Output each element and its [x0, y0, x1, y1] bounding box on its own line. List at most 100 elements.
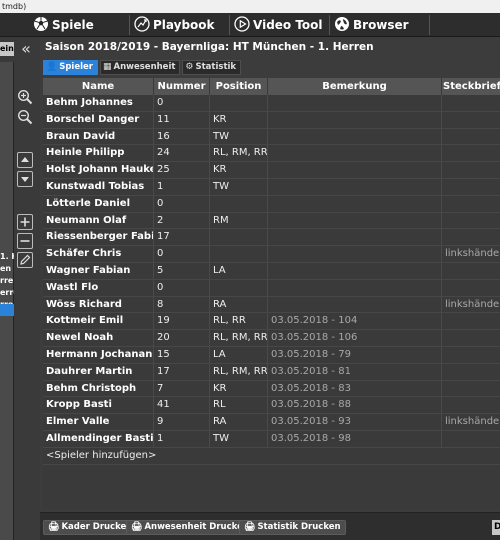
cell-nummer[interactable]: 0: [154, 95, 210, 112]
column-header-name[interactable]: Name: [43, 78, 154, 95]
cell-steckbrief[interactable]: [442, 145, 500, 163]
cell-nummer[interactable]: 9: [154, 414, 210, 431]
cell-bemerkung[interactable]: [268, 279, 442, 297]
cell-steckbrief[interactable]: [442, 229, 500, 247]
table-row[interactable]: Heinle Philipp 24 RL, RM, RR: [43, 145, 500, 163]
nav-playbook-button[interactable]: Playbook: [134, 13, 215, 37]
cell-position[interactable]: RL, RR: [210, 313, 268, 331]
team-list-item[interactable]: erren: [0, 288, 14, 297]
table-row[interactable]: Hermann Jochanan 15 LA 03.05.2018 - 79: [43, 347, 500, 364]
cell-steckbrief[interactable]: linkshänder: [442, 297, 500, 314]
cell-position[interactable]: [210, 279, 268, 297]
cell-name[interactable]: Borschel Danger: [43, 111, 154, 129]
cell-steckbrief[interactable]: [442, 431, 500, 448]
cell-steckbrief[interactable]: [442, 280, 500, 297]
cell-bemerkung[interactable]: [268, 263, 442, 280]
zoom-out-icon[interactable]: [17, 109, 33, 125]
table-row[interactable]: Wagner Fabian 5 LA: [43, 263, 500, 280]
table-row[interactable]: Behm Christoph 7 KR 03.05.2018 - 83: [43, 380, 500, 398]
cell-bemerkung[interactable]: [268, 145, 442, 163]
cell-position[interactable]: [210, 195, 268, 213]
cell-bemerkung[interactable]: [268, 296, 442, 314]
cell-position[interactable]: TW: [210, 431, 268, 448]
table-row[interactable]: Newel Noah 20 RL, RM, RR 03.05.2018 - 106: [43, 330, 500, 347]
cell-nummer[interactable]: 0: [154, 195, 210, 213]
cell-nummer[interactable]: 16: [154, 128, 210, 146]
tab-statistik[interactable]: ⚙ Statistik: [182, 60, 242, 75]
kader-drucken-button[interactable]: 🖨 Kader Drucken: [43, 520, 138, 535]
table-row[interactable]: Neumann Olaf 2 RM: [43, 212, 500, 230]
table-row[interactable]: Schäfer Chris 0 linkshänder: [43, 246, 500, 263]
cell-position[interactable]: KR: [210, 380, 268, 398]
edit-team-icon[interactable]: [17, 252, 33, 268]
cell-steckbrief[interactable]: [442, 364, 500, 381]
cell-bemerkung[interactable]: [268, 111, 442, 129]
cell-name[interactable]: Hermann Jochanan: [43, 347, 154, 364]
cell-bemerkung[interactable]: 03.05.2018 - 98: [268, 431, 442, 448]
cell-steckbrief[interactable]: [442, 397, 500, 415]
cell-name[interactable]: Braun David: [43, 128, 154, 146]
cell-bemerkung[interactable]: [268, 246, 442, 263]
tab-anwesenheit[interactable]: ▦ Anwesenheit: [99, 60, 181, 75]
table-row[interactable]: Elmer Valle 9 RA 03.05.2018 - 93 linkshänder: [43, 414, 500, 431]
collapse-sidebar-icon[interactable]: «: [17, 40, 35, 58]
cell-bemerkung[interactable]: 03.05.2018 - 81: [268, 363, 442, 381]
cell-bemerkung[interactable]: 03.05.2018 - 88: [268, 397, 442, 415]
cell-position[interactable]: RA: [210, 414, 268, 431]
cell-bemerkung[interactable]: 03.05.2018 - 106: [268, 330, 442, 347]
cell-nummer[interactable]: 7: [154, 380, 210, 398]
cell-steckbrief[interactable]: [442, 263, 500, 280]
cell-name[interactable]: Wöss Richard: [43, 296, 154, 314]
add-player-label[interactable]: <Spieler hinzufügen>: [43, 448, 500, 465]
nav-browser-button[interactable]: Browser: [334, 13, 409, 37]
cell-nummer[interactable]: 41: [154, 397, 210, 415]
cell-position[interactable]: RM: [210, 212, 268, 230]
cell-position[interactable]: TW: [210, 179, 268, 196]
cell-steckbrief[interactable]: [442, 196, 500, 213]
cell-nummer[interactable]: 20: [154, 330, 210, 347]
cell-nummer[interactable]: 5: [154, 263, 210, 280]
column-header-bemerkung[interactable]: Bemerkung: [268, 78, 442, 95]
cell-bemerkung[interactable]: [268, 95, 442, 112]
cell-bemerkung[interactable]: [268, 212, 442, 230]
cell-position[interactable]: TW: [210, 128, 268, 146]
cell-steckbrief[interactable]: [442, 129, 500, 146]
cell-name[interactable]: Kunstwadl Tobias: [43, 179, 154, 196]
cell-name[interactable]: Behm Christoph: [43, 380, 154, 398]
cell-steckbrief[interactable]: [442, 347, 500, 364]
cell-nummer[interactable]: 2: [154, 212, 210, 230]
cell-name[interactable]: Behm Johannes: [43, 95, 154, 112]
cell-name[interactable]: Schäfer Chris: [43, 246, 154, 263]
cell-steckbrief[interactable]: [442, 95, 500, 112]
anwesenheit-drucken-button[interactable]: 🖨 Anwesenheit Drucken: [126, 520, 254, 535]
cell-bemerkung[interactable]: 03.05.2018 - 83: [268, 380, 442, 398]
cell-nummer[interactable]: 1: [154, 431, 210, 448]
table-row[interactable]: Allmendinger Basti 1 TW 03.05.2018 - 98: [43, 431, 500, 448]
cell-name[interactable]: Newel Noah: [43, 330, 154, 347]
overflow-button[interactable]: D: [492, 520, 500, 535]
cell-bemerkung[interactable]: [268, 162, 442, 179]
cell-steckbrief[interactable]: linkshänder: [442, 246, 500, 263]
cell-nummer[interactable]: 11: [154, 111, 210, 129]
cell-position[interactable]: RL, RM, RR: [210, 363, 268, 381]
cell-nummer[interactable]: 17: [154, 229, 210, 247]
cell-name[interactable]: Lötterle Daniel: [43, 195, 154, 213]
cell-bemerkung[interactable]: 03.05.2018 - 93: [268, 414, 442, 431]
column-header-steckbrief[interactable]: Steckbrief: [442, 78, 500, 95]
cell-steckbrief[interactable]: [442, 381, 500, 398]
cell-bemerkung[interactable]: 03.05.2018 - 104: [268, 313, 442, 331]
cell-bemerkung[interactable]: [268, 179, 442, 196]
cell-position[interactable]: RL, RM, RR: [210, 145, 268, 163]
cell-position[interactable]: LA: [210, 347, 268, 364]
add-player-row[interactable]: <Spieler hinzufügen>: [43, 448, 500, 465]
cell-nummer[interactable]: 17: [154, 363, 210, 381]
team-list-item[interactable]: 1. H: [0, 252, 14, 261]
table-row[interactable]: Riessenberger Fabian17: [43, 229, 500, 247]
table-row[interactable]: Braun David 16 TW: [43, 128, 500, 146]
cell-steckbrief[interactable]: [442, 330, 500, 347]
cell-name[interactable]: Wagner Fabian: [43, 263, 154, 280]
column-header-position[interactable]: Position: [210, 78, 268, 95]
cell-name[interactable]: Kropp Basti: [43, 397, 154, 415]
team-list-panel[interactable]: 1. H en rren erren rre: [0, 62, 14, 540]
table-row[interactable]: Behm Johannes 0: [43, 95, 500, 112]
